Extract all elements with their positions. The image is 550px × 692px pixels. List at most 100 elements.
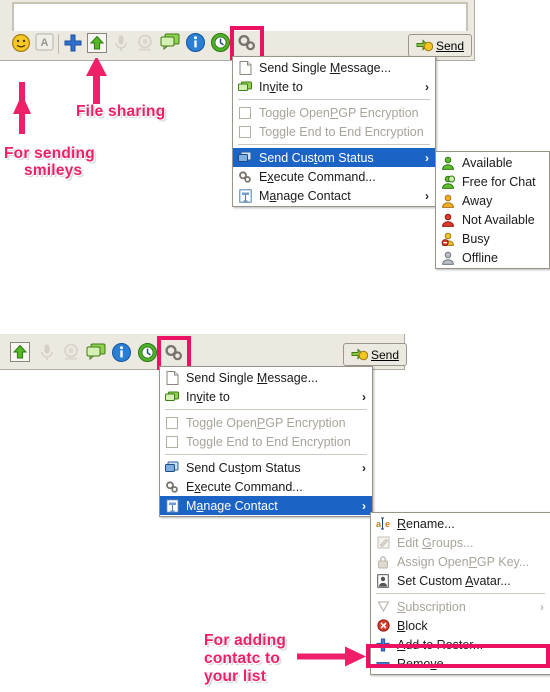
arrow-smileys [13, 82, 31, 134]
menu-item-status-free-for-chat[interactable]: Free for Chat [436, 172, 549, 191]
file-send-icon[interactable] [9, 341, 31, 363]
svg-text:A: A [41, 37, 49, 49]
menu-item-status-available[interactable]: Available [436, 153, 549, 172]
menu-item-label: Assign OpenPGP Key... [397, 554, 530, 569]
menu-item-invite-to[interactable]: Invite to › [233, 77, 435, 96]
menu-item-send-custom-status[interactable]: Send Custom Status › [160, 458, 372, 477]
note-smileys: smileys [24, 162, 83, 179]
context-menu-bottom[interactable]: Send Single Message... Invite to › Toggl… [159, 366, 373, 517]
menu-item-assign-openpgp-key: Assign OpenPGP Key... [371, 552, 550, 571]
menu-separator [238, 144, 430, 145]
menu-item-send-single-message[interactable]: Send Single Message... [160, 368, 372, 387]
document-icon [164, 370, 180, 386]
chevron-right-icon: › [362, 460, 366, 475]
add-icon[interactable] [62, 32, 84, 54]
note-for-sending: For sending [4, 145, 95, 162]
chat-icon [237, 79, 253, 95]
info-icon[interactable] [185, 32, 207, 54]
menu-item-status-away[interactable]: Away [436, 191, 549, 210]
status-submenu-top[interactable]: Available Free for Chat Away Not Availab… [435, 151, 550, 269]
status-icon [164, 460, 180, 476]
chat-icon[interactable] [86, 343, 108, 365]
smiley-icon[interactable] [10, 32, 32, 54]
svg-text:e: e [385, 519, 390, 529]
chevron-right-icon: › [425, 150, 429, 165]
webcam-icon [135, 33, 157, 55]
toolbar-separator [58, 34, 59, 54]
document-icon [237, 60, 253, 76]
menu-item-execute-command[interactable]: Execute Command... [233, 167, 435, 186]
menu-separator [376, 593, 545, 594]
note-for-adding: For adding [204, 632, 287, 649]
svg-text:a: a [376, 519, 382, 529]
block-icon [375, 618, 391, 634]
menu-item-label: Send Custom Status [259, 150, 374, 165]
checkbox-icon [237, 105, 253, 121]
editgroups-icon [375, 535, 391, 551]
menu-item-label: Offline [462, 250, 498, 265]
menu-item-status-not-available[interactable]: Not Available [436, 210, 549, 229]
menu-item-status-offline[interactable]: Offline [436, 248, 549, 267]
note-contacts: contatc to [204, 650, 281, 667]
font-icon[interactable]: A [35, 33, 57, 55]
menu-item-label: Toggle OpenPGP Encryption [259, 105, 419, 120]
webcam-icon [61, 342, 83, 364]
status-available-icon [440, 155, 456, 171]
menu-item-label: Manage Contact [259, 188, 351, 203]
menu-item-toggle-openpgp-encryption: Toggle OpenPGP Encryption [233, 103, 435, 122]
menu-item-manage-contact[interactable]: Manage Contact › [160, 496, 372, 515]
microphone-icon [111, 33, 133, 55]
avatar-icon [375, 573, 391, 589]
menu-item-status-busy[interactable]: Busy [436, 229, 549, 248]
gears-icon [164, 479, 180, 495]
menu-item-label: Subscription [397, 599, 466, 614]
status-freeforchat-icon [440, 174, 456, 190]
menu-item-rename[interactable]: ae Rename... [371, 514, 550, 533]
menu-separator [238, 99, 430, 100]
menu-item-send-custom-status[interactable]: Send Custom Status › [233, 148, 435, 167]
menu-item-label: Toggle End to End Encryption [186, 434, 351, 449]
checkbox-icon [164, 434, 180, 450]
chevron-right-icon: › [362, 498, 366, 513]
arrow-file-sharing [86, 58, 107, 104]
send-button-label: Send [436, 38, 465, 53]
info-icon[interactable] [111, 342, 133, 364]
menu-item-set-custom-avatar[interactable]: Set Custom Avatar... [371, 571, 550, 590]
menu-item-label: Block [397, 618, 428, 633]
menu-item-label: Send Single Message... [259, 60, 392, 75]
send-button-label: Send [371, 347, 400, 362]
menu-item-invite-to[interactable]: Invite to › [160, 387, 372, 406]
menu-item-send-single-message[interactable]: Send Single Message... [233, 58, 435, 77]
send-button-bottom[interactable]: Send [343, 343, 408, 366]
menu-item-label: Edit Groups... [397, 535, 474, 550]
send-button-top[interactable]: Send [408, 34, 473, 57]
chat-icon [164, 389, 180, 405]
menu-item-label: Not Available [462, 212, 535, 227]
menu-item-block[interactable]: Block [371, 616, 550, 635]
highlight-actions-top [230, 26, 264, 60]
menu-item-edit-groups: Edit Groups... [371, 533, 550, 552]
chevron-right-icon: › [425, 188, 429, 203]
history-icon[interactable] [210, 32, 232, 54]
status-busy-icon [440, 231, 456, 247]
menu-item-manage-contact[interactable]: Manage Contact › [233, 186, 435, 205]
history-icon[interactable] [137, 342, 159, 364]
file-send-icon[interactable] [86, 32, 108, 54]
status-offline-icon [440, 250, 456, 266]
highlight-actions-bottom [157, 336, 191, 370]
checkbox-icon [164, 415, 180, 431]
chevron-right-icon: › [425, 79, 429, 94]
send-icon [351, 347, 368, 360]
chat-icon[interactable] [160, 33, 182, 55]
menu-item-label: Away [462, 193, 493, 208]
subscription-icon [375, 599, 391, 615]
menu-item-label: Available [462, 155, 513, 170]
context-menu-top[interactable]: Send Single Message... Invite to › Toggl… [232, 56, 436, 207]
note-file-sharing: File sharing [76, 103, 166, 120]
menu-item-label: Toggle End to End Encryption [259, 124, 424, 139]
note-your-list: your list [204, 668, 267, 685]
menu-item-label: Execute Command... [186, 479, 303, 494]
arrow-add-to-roster [297, 646, 366, 667]
menu-item-label: Send Custom Status [186, 460, 301, 475]
menu-item-execute-command[interactable]: Execute Command... [160, 477, 372, 496]
